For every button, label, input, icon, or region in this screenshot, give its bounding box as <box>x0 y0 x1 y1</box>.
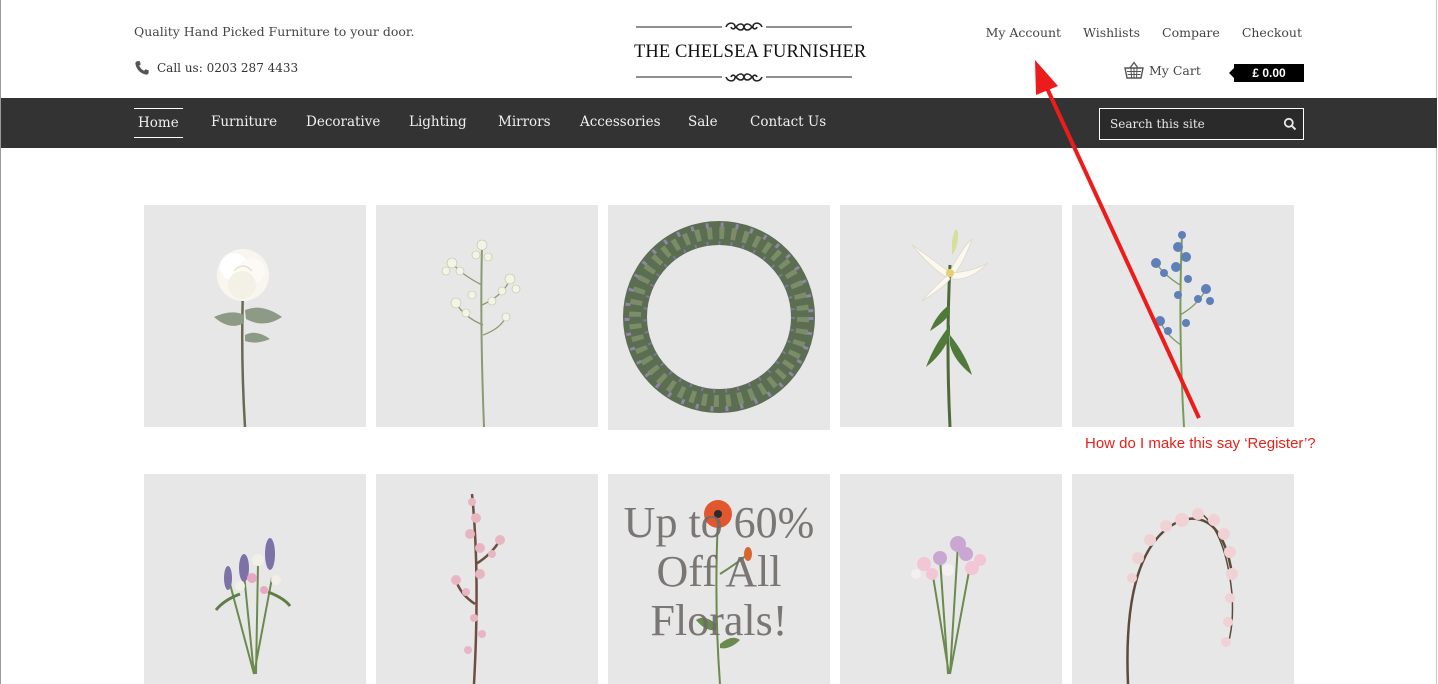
product-tile[interactable] <box>1072 474 1294 684</box>
white-lily-icon <box>911 229 989 427</box>
blue-delphinium-icon <box>1151 231 1214 427</box>
nav-decorative[interactable]: Decorative <box>306 98 380 148</box>
nav-sale[interactable]: Sale <box>688 98 718 148</box>
site-logo[interactable]: THE CHELSEA FURNISHER <box>634 18 867 88</box>
product-tile[interactable] <box>840 205 1062 427</box>
checkout-link[interactable]: Checkout <box>1242 25 1302 40</box>
lavender-wreath-icon <box>623 221 815 413</box>
logo-text: THE CHELSEA FURNISHER <box>634 42 867 62</box>
product-tile[interactable] <box>840 474 1062 684</box>
cart-label: My Cart <box>1149 62 1201 78</box>
search-input[interactable] <box>1100 109 1275 139</box>
my-account-link[interactable]: My Account <box>986 25 1062 40</box>
site-search <box>1099 108 1304 140</box>
nav-lighting[interactable]: Lighting <box>409 98 467 148</box>
white-blossom-stem-icon <box>441 239 521 427</box>
nav-mirrors[interactable]: Mirrors <box>498 98 551 148</box>
wishlists-link[interactable]: Wishlists <box>1083 25 1140 40</box>
annotation-question: How do I make this say ‘Register’? <box>1085 435 1316 452</box>
product-tile[interactable] <box>608 205 830 430</box>
logo-ornament-top-icon <box>636 22 852 31</box>
product-tile[interactable] <box>144 474 366 684</box>
compare-link[interactable]: Compare <box>1162 25 1220 40</box>
phone-icon <box>135 61 149 75</box>
pink-blossom-branch-icon <box>451 493 505 684</box>
promo-tile[interactable]: Up to 60% Off All Florals! <box>608 474 830 684</box>
wildflower-bouquet-icon <box>214 538 292 675</box>
phone-contact: Call us: 0203 287 4433 <box>134 60 298 76</box>
account-links: My Account Wishlists Compare Checkout <box>986 25 1302 40</box>
logo-ornament-bottom-icon <box>636 73 852 82</box>
blossom-arch-icon <box>1126 508 1238 684</box>
site-tagline: Quality Hand Picked Furniture to your do… <box>134 24 415 39</box>
nav-furniture[interactable]: Furniture <box>211 98 277 148</box>
phone-number: Call us: 0203 287 4433 <box>157 61 299 75</box>
mini-cart[interactable]: My Cart <box>1124 61 1201 79</box>
nav-accessories[interactable]: Accessories <box>580 98 661 148</box>
promo-text: Up to 60% Off All Florals! <box>623 498 815 645</box>
product-tile[interactable] <box>1072 205 1294 427</box>
white-rose-icon <box>214 249 282 427</box>
sweet-pea-bunch-icon <box>911 536 986 675</box>
product-tile[interactable] <box>376 474 598 684</box>
nav-home[interactable]: Home <box>134 108 183 138</box>
product-tile[interactable] <box>376 205 598 427</box>
search-icon[interactable] <box>1283 117 1297 131</box>
nav-contact-us[interactable]: Contact Us <box>750 98 826 148</box>
product-tile[interactable] <box>144 205 366 427</box>
basket-icon <box>1124 61 1144 79</box>
cart-total-badge[interactable]: £ 0.00 <box>1229 64 1304 82</box>
